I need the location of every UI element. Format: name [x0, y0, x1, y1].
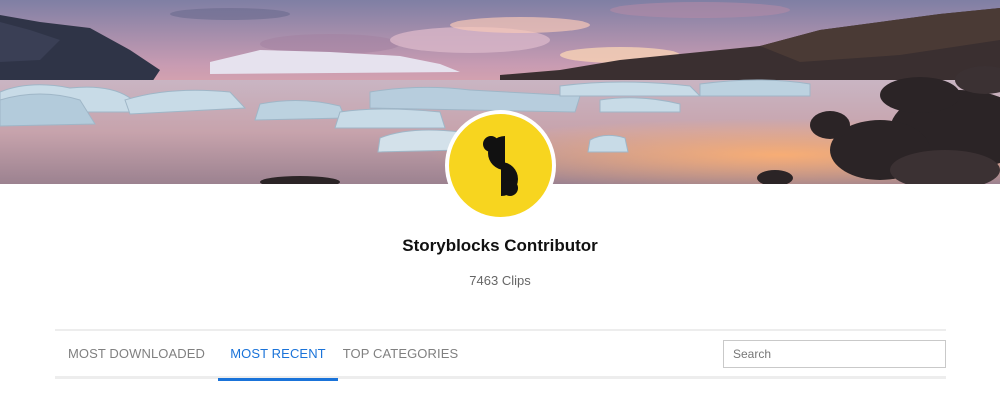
contributor-avatar[interactable] [445, 110, 556, 221]
contributor-name: Storyblocks Contributor [402, 236, 598, 255]
search-input[interactable] [723, 340, 946, 368]
avatar-yellow-circle [449, 114, 552, 217]
clip-count: 7463 Clips [469, 273, 531, 288]
storyblocks-s-logo-icon [482, 135, 518, 196]
tab-most-recent[interactable]: MOST RECENT [218, 331, 338, 381]
tab-top-categories[interactable]: TOP CATEGORIES [338, 331, 463, 378]
tab-most-downloaded[interactable]: MOST DOWNLOADED [55, 331, 218, 378]
